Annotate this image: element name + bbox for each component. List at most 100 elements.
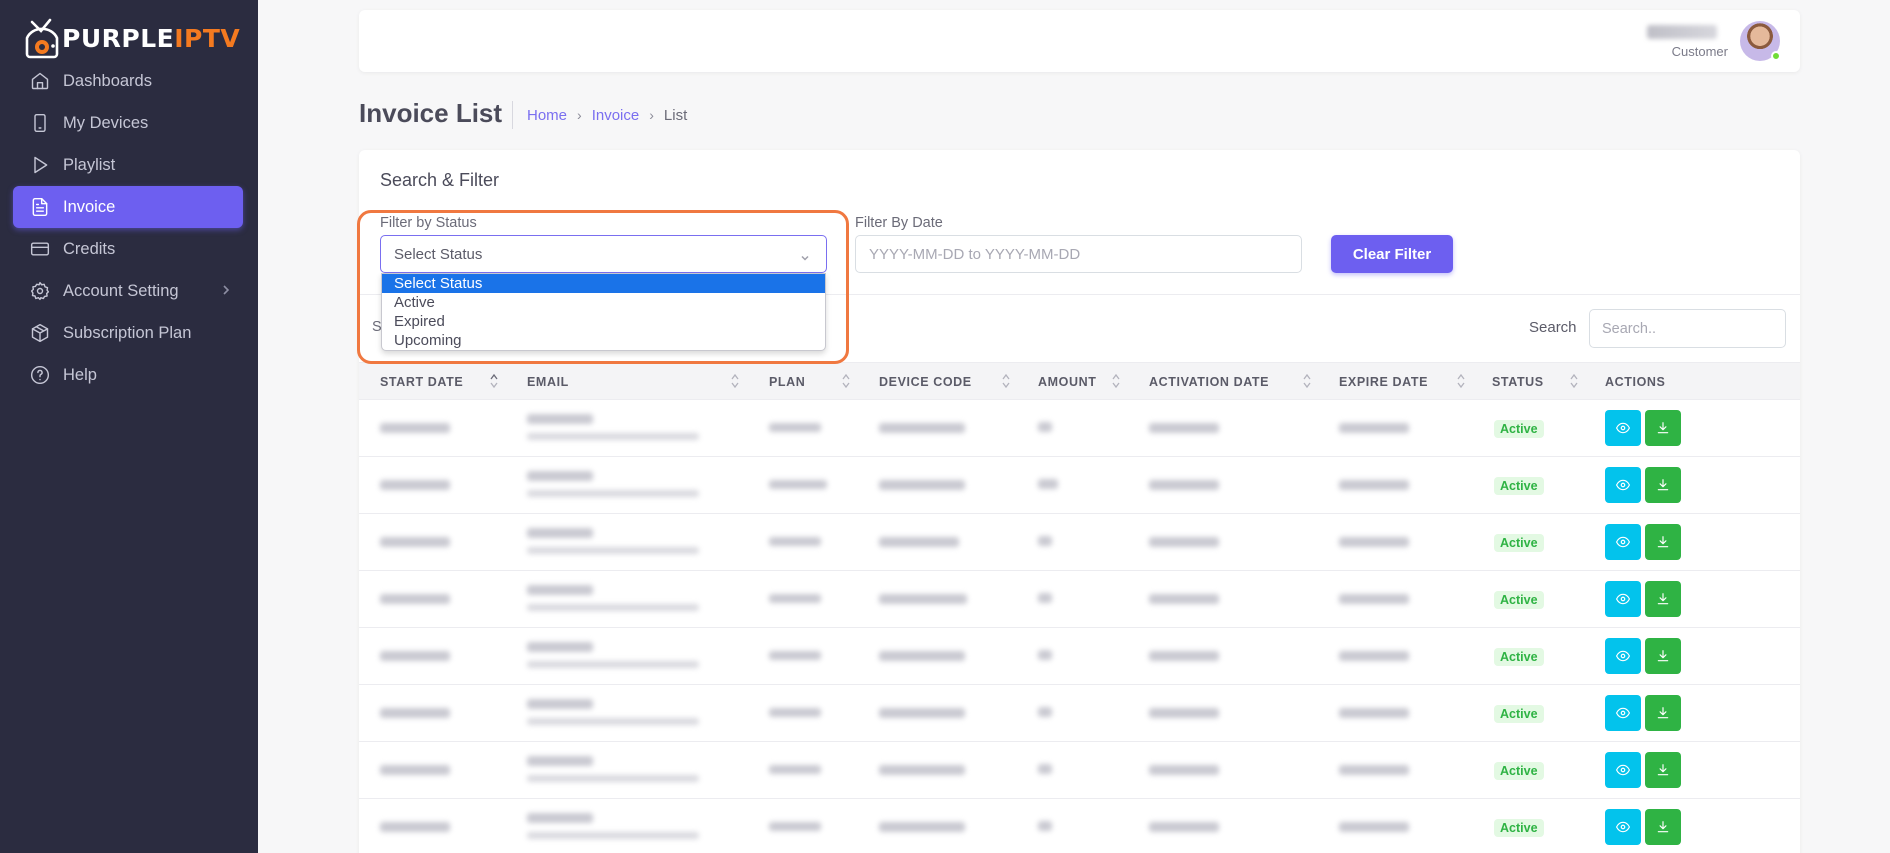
sidebar-item-label: Credits (63, 239, 116, 258)
download-invoice-button[interactable] (1645, 524, 1681, 560)
download-invoice-button[interactable] (1645, 695, 1681, 731)
sort-icon[interactable] (489, 372, 499, 390)
redacted-start-date (380, 822, 450, 832)
view-invoice-button[interactable] (1605, 467, 1641, 503)
redacted-amount (1038, 650, 1052, 660)
column-device-code[interactable]: DEVICE CODE (879, 375, 972, 389)
date-range-input[interactable] (855, 235, 1302, 273)
redacted-email (527, 718, 699, 725)
view-invoice-button[interactable] (1605, 752, 1641, 788)
download-icon (1657, 593, 1669, 605)
download-invoice-button[interactable] (1645, 809, 1681, 845)
column-activation-date[interactable]: ACTIVATION DATE (1149, 375, 1269, 389)
download-invoice-button[interactable] (1645, 638, 1681, 674)
sidebar-item-invoice[interactable]: Invoice (13, 186, 243, 228)
redacted-name (527, 585, 593, 595)
sort-icon[interactable] (1302, 372, 1312, 390)
breadcrumb-home-link[interactable]: Home (527, 107, 567, 124)
sidebar-item-subscription-plan[interactable]: Subscription Plan (13, 312, 243, 354)
download-icon (1657, 821, 1669, 833)
filter-status-label: Filter by Status (380, 215, 477, 231)
sidebar-item-my-devices[interactable]: My Devices (13, 102, 243, 144)
redacted-name (527, 642, 593, 652)
invoice-card: Search & Filter Filter by Status Select … (359, 150, 1800, 853)
table-header: START DATE EMAIL PLAN DEVICE CODE AMOUNT… (359, 362, 1800, 400)
column-email[interactable]: EMAIL (527, 375, 569, 389)
redacted-email (527, 775, 699, 782)
status-badge: Active (1494, 648, 1544, 666)
redacted-amount (1038, 536, 1052, 546)
breadcrumb-invoice-link[interactable]: Invoice (592, 107, 640, 124)
help-circle-icon (29, 364, 51, 386)
sidebar-item-help[interactable]: Help (13, 354, 243, 396)
eye-icon (1616, 650, 1630, 662)
status-option-active[interactable]: Active (382, 293, 825, 312)
sidebar-item-playlist[interactable]: Playlist (13, 144, 243, 186)
redacted-activation-date (1149, 537, 1219, 547)
sidebar-item-account-setting[interactable]: Account Setting (13, 270, 243, 312)
redacted-start-date (380, 651, 450, 661)
table-row: Active (359, 457, 1800, 514)
search-input[interactable] (1589, 309, 1786, 348)
sort-icon[interactable] (1111, 372, 1121, 390)
table-row: Active (359, 799, 1800, 853)
brand-name-part2: IPTV (174, 23, 241, 53)
status-option-upcoming[interactable]: Upcoming (382, 331, 825, 350)
redacted-plan (769, 594, 821, 603)
clear-filter-button[interactable]: Clear Filter (1331, 235, 1453, 273)
invoice-table-body: Active Active Active Active Active Activ… (359, 400, 1800, 853)
eye-icon (1616, 536, 1630, 548)
download-invoice-button[interactable] (1645, 410, 1681, 446)
sidebar-item-label: My Devices (63, 113, 149, 132)
brand-logo[interactable]: PURPLEIPTV (22, 16, 240, 60)
sort-icon[interactable] (841, 372, 851, 390)
download-invoice-button[interactable] (1645, 752, 1681, 788)
column-plan[interactable]: PLAN (769, 375, 805, 389)
eye-icon (1616, 821, 1630, 833)
avatar[interactable] (1740, 21, 1781, 61)
redacted-name (527, 699, 593, 709)
redacted-expire-date (1339, 423, 1409, 433)
redacted-amount (1038, 593, 1052, 603)
redacted-email (527, 433, 699, 440)
status-badge: Active (1494, 477, 1544, 495)
status-option-expired[interactable]: Expired (382, 312, 825, 331)
redacted-plan (769, 765, 821, 774)
column-start-date[interactable]: START DATE (380, 375, 463, 389)
column-status[interactable]: STATUS (1492, 375, 1544, 389)
redacted-start-date (380, 708, 450, 718)
brand-name-part1: PURPLE (62, 23, 175, 53)
breadcrumb-current: List (663, 106, 688, 124)
column-amount[interactable]: AMOUNT (1038, 375, 1096, 389)
view-invoice-button[interactable] (1605, 638, 1641, 674)
sort-icon[interactable] (730, 372, 740, 390)
redacted-start-date (380, 480, 450, 490)
download-invoice-button[interactable] (1645, 581, 1681, 617)
redacted-device-code (879, 651, 965, 661)
brand-name: PURPLEIPTV (62, 24, 240, 53)
view-invoice-button[interactable] (1605, 524, 1641, 560)
sort-icon[interactable] (1001, 372, 1011, 390)
column-expire-date[interactable]: EXPIRE DATE (1339, 375, 1428, 389)
sidebar-item-dashboards[interactable]: Dashboards (13, 60, 243, 102)
user-role: Customer (1671, 44, 1728, 59)
sort-icon[interactable] (1456, 372, 1466, 390)
package-icon (29, 322, 51, 344)
download-icon (1657, 479, 1669, 491)
sidebar-item-credits[interactable]: Credits (13, 228, 243, 270)
download-invoice-button[interactable] (1645, 467, 1681, 503)
redacted-email (527, 661, 699, 668)
sort-icon[interactable] (1569, 372, 1579, 390)
view-invoice-button[interactable] (1605, 809, 1641, 845)
sidebar-item-label: Help (63, 365, 97, 384)
redacted-activation-date (1149, 765, 1219, 775)
redacted-device-code (879, 423, 965, 433)
view-invoice-button[interactable] (1605, 695, 1641, 731)
status-badge: Active (1494, 534, 1544, 552)
redacted-plan (769, 423, 821, 432)
view-invoice-button[interactable] (1605, 410, 1641, 446)
status-select[interactable]: Select Status (380, 235, 827, 273)
status-option-select-status[interactable]: Select Status (382, 274, 825, 293)
view-invoice-button[interactable] (1605, 581, 1641, 617)
redacted-name (527, 813, 593, 823)
